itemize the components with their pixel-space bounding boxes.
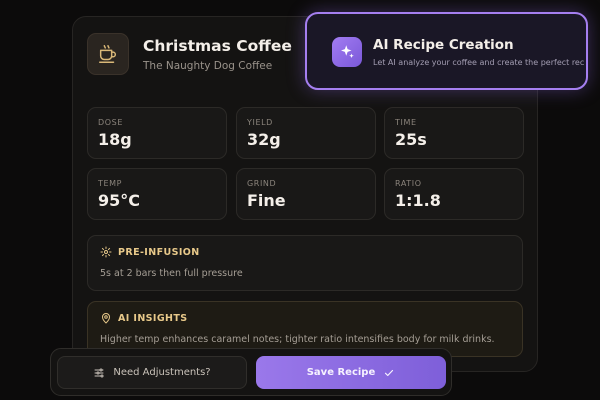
stat-yield: YIELD 32g (236, 107, 376, 159)
location-pin-icon (102, 313, 110, 324)
ai-insights-text: Higher temp enhances caramel notes; tigh… (100, 334, 495, 345)
pre-infusion-text: 5s at 2 bars then full pressure (100, 268, 243, 279)
stat-value: Fine (247, 191, 286, 210)
action-bar: Need Adjustments? Save Recipe (50, 348, 452, 396)
ai-recipe-creation-card[interactable]: AI Recipe Creation Let AI analyze your c… (305, 12, 588, 90)
stat-grind: GRIND Fine (236, 168, 376, 220)
stat-label: RATIO (395, 179, 422, 188)
pre-infusion-panel: PRE-INFUSION 5s at 2 bars then full pres… (87, 235, 523, 291)
stat-value: 18g (98, 130, 132, 149)
stat-label: GRIND (247, 179, 277, 188)
checkmark-icon (385, 369, 394, 376)
sparkles-icon (332, 37, 362, 67)
need-adjustments-label: Need Adjustments? (113, 367, 211, 378)
stat-value: 32g (247, 130, 281, 149)
sliders-icon (94, 368, 104, 377)
need-adjustments-button[interactable]: Need Adjustments? (57, 356, 247, 389)
pre-infusion-title: PRE-INFUSION (118, 247, 200, 258)
recipe-title: Christmas Coffee (143, 37, 292, 55)
coffee-cup-icon (87, 33, 129, 75)
save-recipe-button[interactable]: Save Recipe (256, 356, 446, 389)
stat-value: 1:1.8 (395, 191, 441, 210)
gear-icon (100, 246, 112, 258)
stat-temp: TEMP 95°C (87, 168, 227, 220)
stat-label: TEMP (98, 179, 123, 188)
ai-popup-title: AI Recipe Creation (373, 37, 514, 53)
stat-value: 95°C (98, 191, 141, 210)
stat-value: 25s (395, 130, 427, 149)
save-recipe-label: Save Recipe (306, 367, 376, 378)
stat-label: TIME (395, 118, 417, 127)
ai-popup-subtitle: Let AI analyze your coffee and create th… (373, 58, 585, 67)
stat-label: DOSE (98, 118, 123, 127)
stat-label: YIELD (247, 118, 273, 127)
stat-dose: DOSE 18g (87, 107, 227, 159)
stat-time: TIME 25s (384, 107, 524, 159)
recipe-subtitle: The Naughty Dog Coffee (143, 60, 273, 72)
ai-insights-title: AI INSIGHTS (118, 313, 188, 324)
stat-ratio: RATIO 1:1.8 (384, 168, 524, 220)
